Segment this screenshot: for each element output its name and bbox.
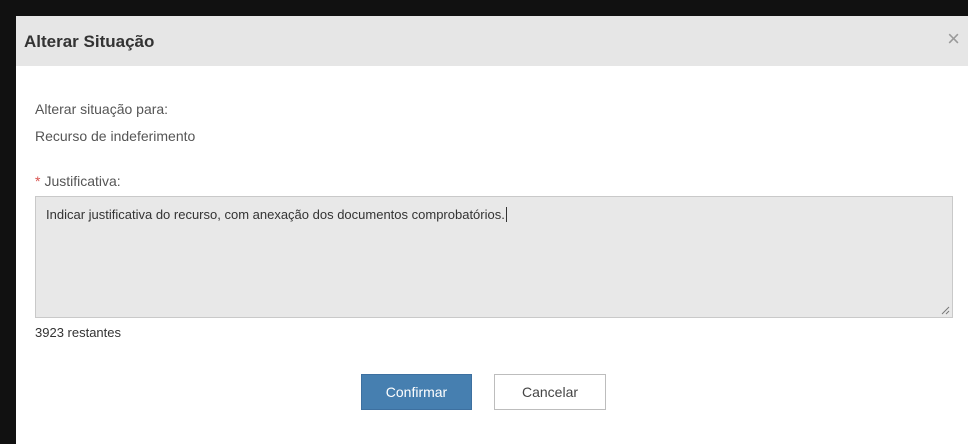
dialog-header: Alterar Situação × (16, 16, 968, 66)
cancel-button[interactable]: Cancelar (494, 374, 606, 410)
justification-textarea[interactable]: Indicar justificativa do recurso, com an… (35, 196, 953, 318)
justification-label-text: Justificativa: (44, 173, 121, 189)
justification-label: * Justificativa: (35, 173, 121, 189)
change-to-label: Alterar situação para: (35, 101, 169, 117)
confirm-button[interactable]: Confirmar (361, 374, 472, 410)
screen-frame: Alterar Situação × Alterar situação para… (0, 0, 968, 444)
resize-handle-icon[interactable] (940, 305, 950, 315)
justification-text: Indicar justificativa do recurso, com an… (46, 207, 507, 222)
dialog-title: Alterar Situação (24, 32, 155, 51)
justification-text-value: Indicar justificativa do recurso, com an… (46, 207, 505, 222)
required-mark: * (35, 173, 41, 189)
alterar-situacao-dialog: Alterar Situação × Alterar situação para… (16, 16, 968, 444)
text-caret (505, 207, 507, 222)
close-icon[interactable]: × (947, 28, 960, 50)
change-to-value: Recurso de indeferimento (35, 128, 196, 144)
remaining-chars-counter: 3923 restantes (35, 325, 122, 340)
